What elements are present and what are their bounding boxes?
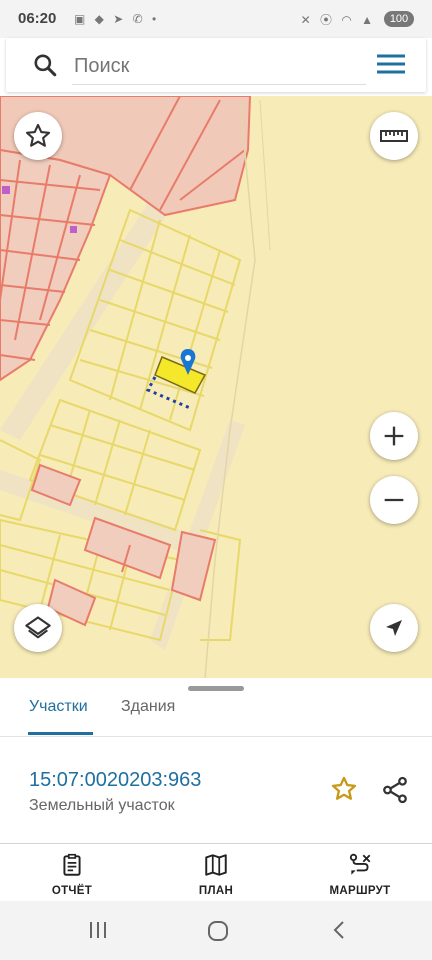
nav-route[interactable]: МАРШРУТ — [305, 852, 415, 897]
parcel-type: Земельный участок — [29, 797, 175, 814]
notification-icons: ▣ ◆ ➤ ✆ • — [74, 12, 160, 26]
nav-plan[interactable]: ПЛАН — [161, 852, 271, 897]
nav-route-label: МАРШРУТ — [329, 885, 391, 897]
zoom-out-button[interactable] — [370, 476, 418, 524]
star-outline-icon — [25, 123, 51, 147]
nav-report-label: ОТЧЁТ — [51, 885, 93, 897]
system-status-icons: ✕ ⦿ ◠ ▲ — [300, 13, 376, 27]
cadastral-map[interactable] — [0, 96, 432, 678]
home-icon[interactable] — [206, 919, 230, 943]
plus-icon — [384, 426, 404, 446]
map-plan-icon — [205, 854, 227, 876]
search-input[interactable] — [72, 48, 366, 85]
report-clipboard-icon — [63, 853, 81, 876]
search-icon[interactable] — [32, 52, 58, 78]
share-icon[interactable] — [380, 775, 410, 805]
status-time: 06:20 — [18, 10, 57, 27]
favorite-star-icon[interactable] — [330, 775, 358, 803]
recent-apps-icon[interactable] — [87, 919, 109, 941]
parcel-info-sheet: Участки Здания 15:07:0020203:963 Земельн… — [0, 678, 432, 844]
zoom-in-button[interactable] — [370, 412, 418, 460]
back-icon[interactable] — [328, 919, 350, 941]
hamburger-menu-icon[interactable] — [376, 52, 406, 76]
favorites-button[interactable] — [14, 112, 62, 160]
bottom-navigation: ОТЧЁТ ПЛАН МАРШРУТ — [0, 843, 432, 902]
navigation-arrow-icon — [386, 620, 402, 636]
minus-icon — [384, 498, 404, 502]
layers-button[interactable] — [14, 604, 62, 652]
active-tab-indicator — [28, 732, 93, 735]
tabs-divider — [0, 736, 432, 737]
my-location-button[interactable] — [370, 604, 418, 652]
map-view[interactable] — [0, 96, 432, 678]
sheet-drag-handle[interactable] — [188, 686, 244, 691]
tab-parcels[interactable]: Участки — [29, 698, 88, 716]
search-bar — [6, 38, 426, 92]
status-bar: 06:20 ▣ ◆ ➤ ✆ • ✕ ⦿ ◠ ▲ 100 — [0, 0, 432, 38]
nav-report[interactable]: ОТЧЁТ — [17, 852, 127, 897]
nav-plan-label: ПЛАН — [198, 885, 234, 897]
route-icon — [349, 853, 371, 875]
ruler-button[interactable] — [370, 112, 418, 160]
battery-icon: 100 — [384, 11, 414, 27]
system-navigation-bar — [0, 901, 432, 960]
tab-buildings[interactable]: Здания — [121, 698, 175, 716]
ruler-icon — [380, 130, 408, 142]
layers-icon — [25, 616, 51, 639]
cadastral-number[interactable]: 15:07:0020203:963 — [29, 769, 201, 792]
